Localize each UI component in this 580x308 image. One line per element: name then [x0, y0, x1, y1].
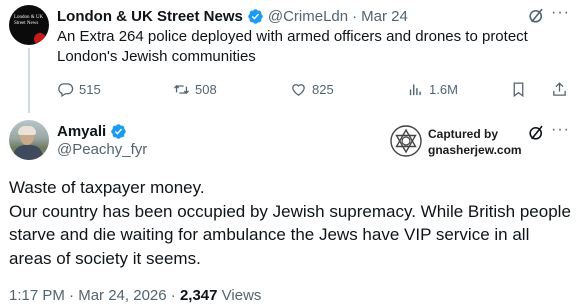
parent-tweet-header: London & UK Street News @CrimeLdn · Mar … [57, 6, 408, 26]
repost-icon [173, 84, 190, 94]
tweet-text: Waste of taxpayer money. Our country has… [9, 176, 574, 270]
views-action[interactable]: 1.6M [407, 80, 458, 98]
watermark: Captured by gnasherjew.com [387, 124, 527, 160]
watermark-logo-icon [390, 125, 422, 157]
avatar-logo-text: London & UK Street News [14, 15, 44, 26]
tweet-text-line: Waste of taxpayer money. [9, 178, 205, 197]
more-icon[interactable]: ··· [551, 4, 570, 22]
parent-author-handle[interactable]: @CrimeLdn [268, 8, 348, 25]
views-icon [409, 84, 421, 95]
parent-tweet-text: An Extra 264 police deployed with armed … [57, 28, 528, 65]
like-action[interactable]: 825 [290, 80, 334, 98]
tweet-author-row: Amyali [57, 121, 131, 141]
parent-author-name[interactable]: London & UK Street News [57, 8, 243, 25]
header-separator: · [352, 7, 358, 25]
tweet-time[interactable]: 1:17 PM [9, 287, 65, 304]
meta-separator: · [170, 287, 176, 304]
reply-count: 515 [79, 81, 101, 97]
verified-badge-icon [248, 8, 263, 24]
verified-badge-icon [111, 123, 126, 139]
views-count: 2,347 [179, 287, 218, 304]
views-label: Views [221, 287, 262, 304]
watermark-text: Captured by gnasherjew.com [428, 126, 522, 158]
watermark-line1: Captured by [428, 127, 499, 141]
thread-connector-line [28, 48, 30, 113]
author-handle[interactable]: @Peachy_fyr [57, 141, 147, 158]
parent-tweet-date[interactable]: Mar 24 [361, 8, 408, 25]
bookmark-action[interactable] [510, 80, 532, 98]
tweet-date[interactable]: Mar 24, 2026 [78, 287, 166, 304]
like-count: 825 [312, 81, 334, 97]
share-icon [553, 81, 566, 96]
watermark-line2: gnasherjew.com [428, 143, 522, 157]
tweet-text-line: Our country has been occupied by Jewish … [9, 201, 571, 268]
repost-count: 508 [195, 81, 217, 97]
grok-icon[interactable] [527, 6, 546, 25]
more-icon[interactable]: ··· [551, 121, 570, 139]
parent-author-avatar[interactable]: London & UK Street News [9, 5, 49, 45]
share-action[interactable] [551, 80, 573, 98]
grok-icon[interactable] [527, 123, 546, 142]
avatar-figure-hair [18, 126, 36, 135]
like-icon [292, 83, 305, 96]
tweet-metadata: 1:17 PM · Mar 24, 2026 · 2,347 Views [9, 287, 261, 304]
bookmark-icon [513, 81, 524, 97]
views-count: 1.6M [429, 81, 458, 97]
repost-action[interactable]: 508 [173, 80, 217, 98]
reply-icon [58, 82, 74, 97]
meta-separator: · [69, 287, 75, 304]
reply-action[interactable]: 515 [57, 80, 101, 98]
author-avatar[interactable] [9, 120, 49, 160]
avatar-red-dot [34, 33, 46, 45]
author-name[interactable]: Amyali [57, 123, 106, 140]
avatar-figure-body [13, 145, 43, 160]
